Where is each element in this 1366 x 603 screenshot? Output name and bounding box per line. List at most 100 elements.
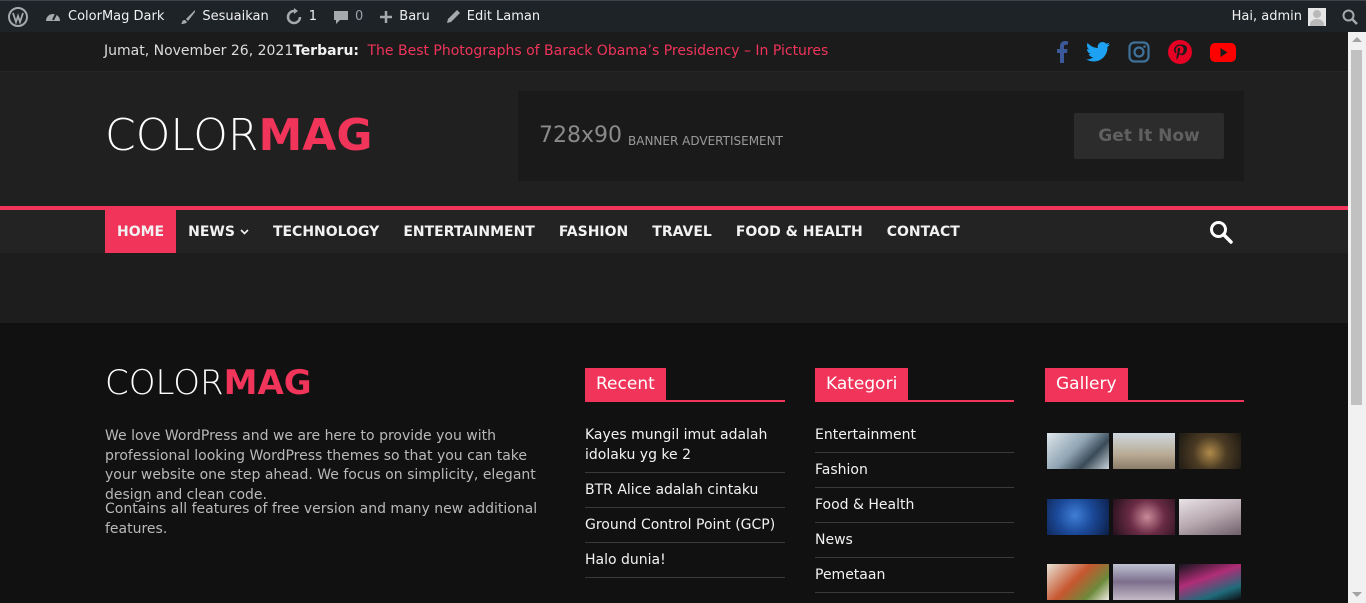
- my-account-menu[interactable]: Hai, admin: [1224, 1, 1334, 33]
- nav-item-label: TECHNOLOGY: [272, 223, 380, 240]
- logo-light-text: COLOR: [105, 110, 259, 161]
- content-area: [0, 253, 1348, 323]
- scroll-down-arrow[interactable]: [1352, 592, 1362, 597]
- wordpress-logo-button[interactable]: [0, 1, 36, 33]
- nav-item-home[interactable]: HOME: [105, 210, 177, 253]
- category-link[interactable]: Entertainment: [815, 418, 1014, 453]
- breaking-news-link[interactable]: The Best Photographs of Barack Obama’s P…: [367, 43, 828, 59]
- breaking-news-label: Terbaru:: [293, 43, 360, 59]
- footer-description-2: Contains all features of free version an…: [105, 501, 538, 537]
- brush-icon: [181, 9, 196, 24]
- footer-logo[interactable]: COLORMAG: [105, 363, 312, 403]
- scroll-up-arrow[interactable]: [1352, 37, 1362, 42]
- top-info-bar: Jumat, November 26, 2021 Terbaru: The Be…: [0, 32, 1348, 72]
- customize-label: Sesuaikan: [202, 9, 269, 24]
- gallery-image[interactable]: [1179, 433, 1241, 469]
- refresh-icon: [286, 7, 301, 24]
- facebook-icon[interactable]: [1056, 41, 1068, 63]
- chevron-down-icon: [240, 228, 249, 235]
- category-link[interactable]: News: [815, 523, 1014, 558]
- nav-item-travel[interactable]: TRAVEL: [640, 210, 724, 253]
- gallery-widget-title: Gallery: [1045, 368, 1244, 402]
- category-link[interactable]: Pemetaan: [815, 558, 1014, 593]
- page-scrollbar[interactable]: [1348, 32, 1366, 603]
- gallery-image[interactable]: [1047, 499, 1109, 535]
- gallery-image[interactable]: [1113, 433, 1175, 469]
- site-header: COLORMAG 728x90 BANNER ADVERTISEMENT Get…: [0, 72, 1348, 206]
- site-name-label: ColorMag Dark: [68, 9, 165, 24]
- widget-title-label: Kategori: [815, 368, 909, 400]
- current-date: Jumat, November 26, 2021: [104, 43, 294, 59]
- gallery-image[interactable]: [1113, 499, 1175, 535]
- nav-item-fashion[interactable]: FASHION: [547, 210, 640, 253]
- comments-link[interactable]: 0: [325, 1, 371, 33]
- search-icon[interactable]: [1209, 220, 1233, 244]
- nav-item-label: FOOD & HEALTH: [735, 223, 863, 240]
- nav-item-label: ENTERTAINMENT: [403, 223, 535, 240]
- footer-logo-bold: MAG: [223, 363, 312, 403]
- logo-bold-text: MAG: [258, 110, 373, 161]
- nav-item-food-health[interactable]: FOOD & HEALTH: [724, 210, 875, 253]
- recent-posts-list: Kayes mungil imut adalah idolaku yg ke 2…: [585, 418, 785, 578]
- greeting-label: Hai, admin: [1231, 9, 1302, 24]
- category-list: Entertainment Fashion Food & Health News…: [815, 418, 1014, 603]
- pencil-icon: [446, 10, 460, 23]
- main-navigation: HOME NEWS TECHNOLOGY ENTERTAINMENT FASHI…: [0, 206, 1348, 253]
- recent-post-link[interactable]: Halo dunia!: [585, 543, 785, 578]
- nav-item-label: TRAVEL: [652, 223, 712, 240]
- recent-widget-title: Recent: [585, 368, 785, 402]
- twitter-icon[interactable]: [1086, 42, 1110, 62]
- site-name-menu[interactable]: ColorMag Dark: [36, 1, 172, 33]
- youtube-icon[interactable]: [1210, 42, 1236, 62]
- nav-item-technology[interactable]: TECHNOLOGY: [261, 210, 391, 253]
- gallery-image[interactable]: [1179, 499, 1241, 535]
- nav-item-news[interactable]: NEWS: [176, 210, 261, 253]
- edit-page-label: Edit Laman: [466, 9, 541, 24]
- customize-link[interactable]: Sesuaikan: [172, 1, 276, 33]
- admin-bar: ColorMag Dark Sesuaikan 1 0 Baru Edit La…: [0, 0, 1366, 32]
- admin-search-button[interactable]: [1334, 1, 1366, 33]
- footer-logo-light: COLOR: [105, 363, 224, 403]
- category-link[interactable]: Fashion: [815, 453, 1014, 488]
- category-link[interactable]: Perjalanan Cinta: [815, 593, 1014, 603]
- gallery-image[interactable]: [1047, 433, 1109, 469]
- search-icon: [1342, 9, 1358, 25]
- recent-post-link[interactable]: BTR Alice adalah cintaku: [585, 473, 785, 508]
- avatar: [1308, 7, 1326, 26]
- edit-page-link[interactable]: Edit Laman: [438, 1, 548, 33]
- site-footer: COLORMAG We love WordPress and we are he…: [0, 323, 1348, 603]
- dashboard-icon: [46, 13, 60, 21]
- gallery-image[interactable]: [1179, 564, 1241, 600]
- banner-size: 728x90: [539, 123, 623, 148]
- new-content-menu[interactable]: Baru: [371, 1, 437, 33]
- banner-advertisement[interactable]: 728x90 BANNER ADVERTISEMENT Get It Now: [518, 91, 1244, 181]
- category-link[interactable]: Food & Health: [815, 488, 1014, 523]
- nav-item-label: FASHION: [558, 223, 629, 240]
- nav-item-label: CONTACT: [886, 223, 960, 240]
- footer-description: We love WordPress and we are here to pro…: [105, 428, 536, 503]
- recent-post-link[interactable]: Kayes mungil imut adalah idolaku yg ke 2: [585, 418, 785, 473]
- wordpress-icon: [8, 6, 28, 27]
- updates-count: 1: [308, 9, 317, 24]
- new-content-label: Baru: [399, 9, 430, 24]
- category-widget-title: Kategori: [815, 368, 1014, 402]
- widget-title-label: Gallery: [1045, 368, 1128, 400]
- nav-item-contact[interactable]: CONTACT: [875, 210, 972, 253]
- scroll-thumb[interactable]: [1351, 50, 1362, 405]
- plus-icon: [380, 10, 393, 23]
- social-links: [1056, 40, 1236, 64]
- banner-text: BANNER ADVERTISEMENT: [628, 134, 783, 148]
- widget-title-label: Recent: [585, 368, 666, 400]
- gallery-image[interactable]: [1047, 564, 1109, 600]
- comments-count: 0: [355, 9, 364, 24]
- instagram-icon[interactable]: [1128, 41, 1150, 63]
- nav-item-label: NEWS: [188, 223, 235, 240]
- recent-post-link[interactable]: Ground Control Point (GCP): [585, 508, 785, 543]
- pinterest-icon[interactable]: [1168, 40, 1192, 64]
- nav-item-entertainment[interactable]: ENTERTAINMENT: [391, 210, 547, 253]
- get-it-now-button[interactable]: Get It Now: [1074, 113, 1224, 159]
- updates-link[interactable]: 1: [277, 1, 325, 33]
- site-logo[interactable]: COLORMAG: [105, 110, 372, 161]
- gallery-image[interactable]: [1113, 564, 1175, 600]
- breaking-news: Terbaru: The Best Photographs of Barack …: [293, 43, 828, 59]
